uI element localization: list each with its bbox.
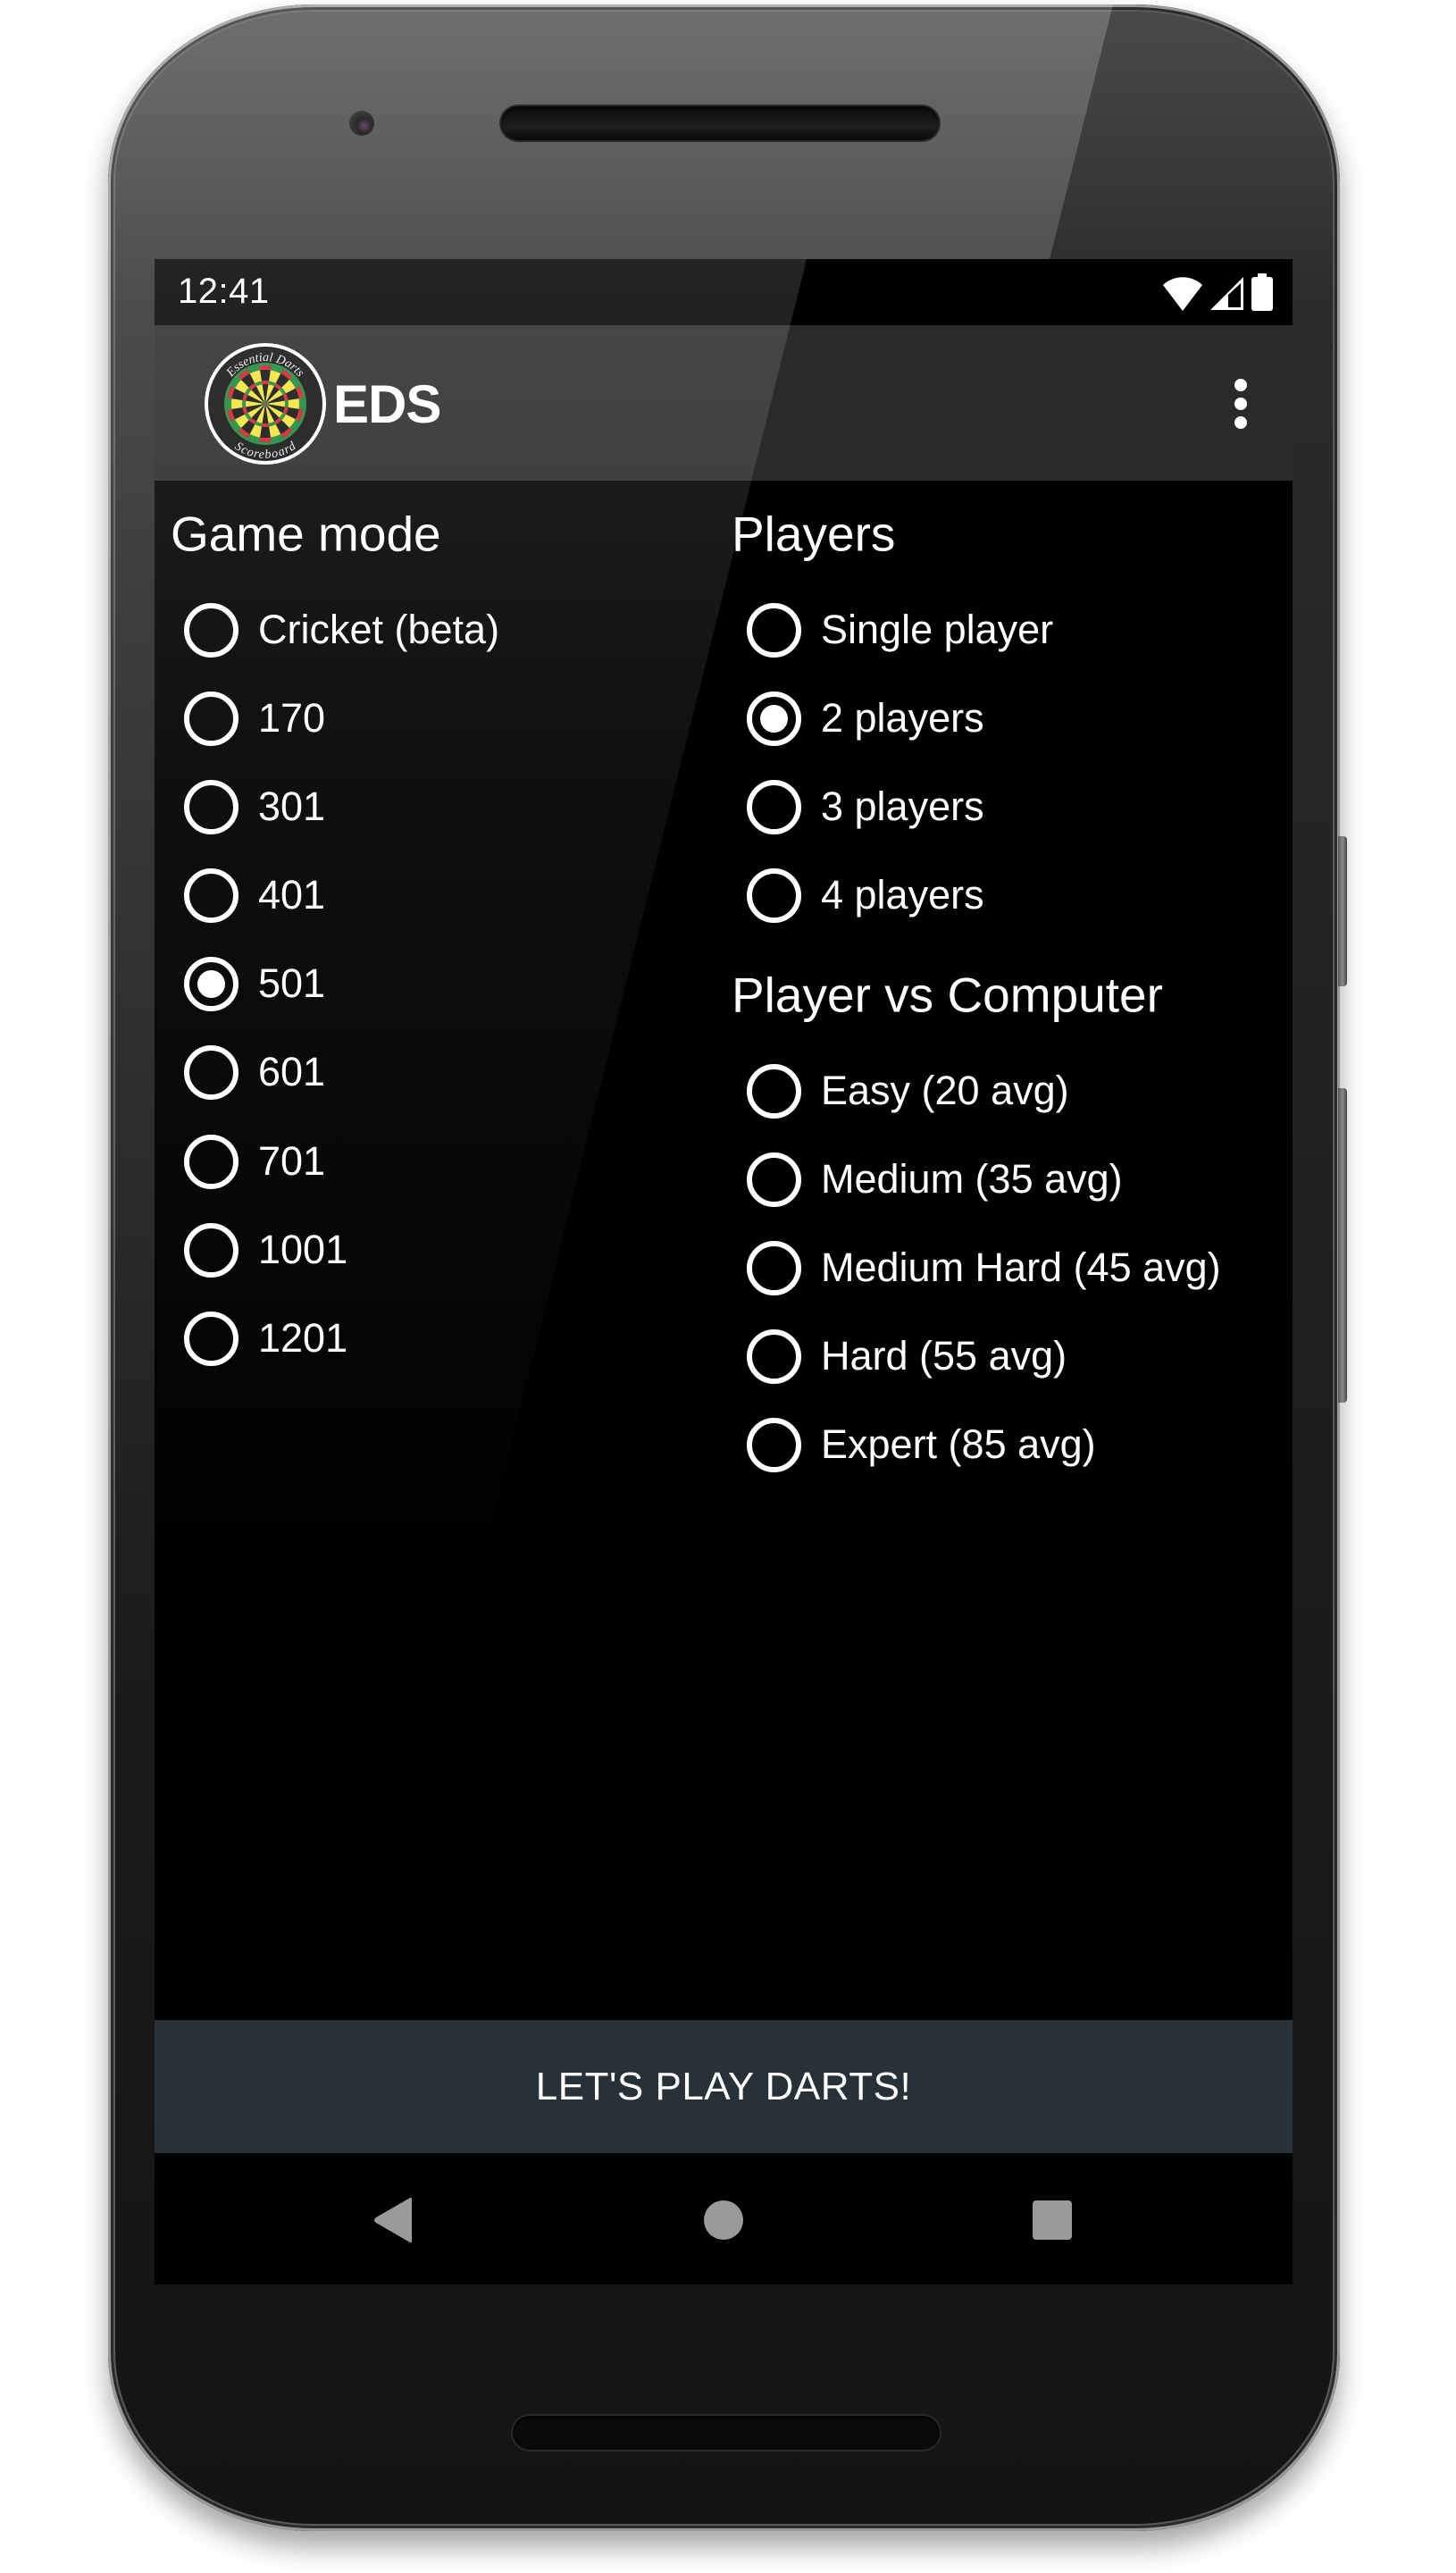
game-mode-option[interactable]: 601 <box>184 1032 325 1112</box>
back-triangle-icon <box>374 2197 412 2243</box>
app-bar: Essential Darts Scoreboard EDS <box>155 325 1293 481</box>
lets-play-darts-button[interactable]: LET'S PLAY DARTS! <box>155 2020 1293 2153</box>
radio-button[interactable] <box>184 1134 238 1189</box>
option-label: Medium Hard (45 avg) <box>821 1245 1221 1290</box>
radio-button[interactable] <box>184 1222 238 1278</box>
game-mode-option[interactable]: 501 <box>184 943 325 1024</box>
dartboard-segment <box>241 399 247 408</box>
option-label: 2 players <box>821 695 984 741</box>
app-title: EDS <box>333 374 441 434</box>
cellular-signal-icon <box>1210 277 1243 310</box>
power-button <box>1338 836 1347 986</box>
radio-button[interactable] <box>747 602 801 658</box>
game-mode-option[interactable]: Cricket (beta) <box>184 590 499 670</box>
status-bar: 12:41 <box>155 259 1293 325</box>
game-mode-option[interactable]: 1001 <box>184 1210 347 1290</box>
computer-difficulty-option[interactable]: Easy (20 avg) <box>747 1051 1069 1131</box>
option-label: 601 <box>258 1049 326 1094</box>
game-mode-option[interactable]: 701 <box>184 1121 325 1202</box>
players-heading: Players <box>732 506 896 562</box>
option-label: 3 players <box>821 784 984 829</box>
radio-button[interactable] <box>184 779 238 834</box>
radio-button[interactable] <box>747 1328 801 1384</box>
game-mode-option[interactable]: 301 <box>184 767 325 847</box>
players-option[interactable]: 3 players <box>747 767 984 847</box>
radio-button[interactable] <box>184 1044 238 1100</box>
nav-recents-button[interactable] <box>1017 2187 1088 2253</box>
players-option[interactable]: 2 players <box>747 678 984 758</box>
dartboard-segment <box>261 380 270 385</box>
recents-square-icon <box>1033 2200 1072 2240</box>
device-screen: 12:41 Essential Darts Scoreboard EDS Gam… <box>155 259 1293 2284</box>
option-label: 1001 <box>258 1227 348 1272</box>
home-circle-icon <box>704 2200 743 2240</box>
dartboard-segment <box>261 423 270 428</box>
bottom-speaker <box>513 2416 940 2450</box>
radio-button[interactable] <box>747 691 801 746</box>
nav-home-button[interactable] <box>688 2187 759 2253</box>
radio-button[interactable] <box>747 867 801 923</box>
radio-button[interactable] <box>747 1152 801 1207</box>
option-label: 401 <box>258 872 326 918</box>
computer-difficulty-option[interactable]: Expert (85 avg) <box>747 1404 1096 1485</box>
status-icons <box>1162 273 1273 311</box>
wifi-icon <box>1163 277 1202 311</box>
computer-difficulty-option[interactable]: Hard (55 avg) <box>747 1316 1067 1396</box>
radio-button[interactable] <box>747 1240 801 1295</box>
radio-button[interactable] <box>184 602 238 658</box>
option-label: Single player <box>821 607 1054 652</box>
option-label: 301 <box>258 784 326 829</box>
dartboard-logo-icon: Essential Darts Scoreboard <box>205 343 326 465</box>
option-label: Cricket (beta) <box>258 607 500 652</box>
dartboard-segment <box>284 399 289 408</box>
radio-button[interactable] <box>747 1417 801 1472</box>
option-label: 701 <box>258 1138 326 1184</box>
radio-button[interactable] <box>184 867 238 923</box>
option-label: 4 players <box>821 872 984 918</box>
dartboard-segment <box>298 398 304 410</box>
option-label: 170 <box>258 695 326 741</box>
battery-icon <box>1251 273 1273 311</box>
radio-button[interactable] <box>184 1311 238 1366</box>
option-label: 1201 <box>258 1315 348 1361</box>
players-option[interactable]: Single player <box>747 590 1053 670</box>
radio-button[interactable] <box>747 1063 801 1119</box>
game-mode-option[interactable]: 401 <box>184 855 325 935</box>
radio-button[interactable] <box>184 956 238 1011</box>
option-label: Medium (35 avg) <box>821 1156 1123 1202</box>
volume-button <box>1338 1088 1347 1403</box>
computer-difficulty-option[interactable]: Medium Hard (45 avg) <box>747 1228 1221 1308</box>
computer-difficulty-option[interactable]: Medium (35 avg) <box>747 1139 1123 1219</box>
dartboard-segment <box>227 398 232 410</box>
status-time: 12:41 <box>178 272 270 311</box>
option-label: Hard (55 avg) <box>821 1333 1067 1379</box>
game-mode-option[interactable]: 1201 <box>184 1298 347 1379</box>
game-mode-option[interactable]: 170 <box>184 678 325 758</box>
more-vert-icon <box>1234 379 1247 391</box>
game-mode-heading: Game mode <box>171 506 441 562</box>
radio-button[interactable] <box>184 691 238 746</box>
option-label: Easy (20 avg) <box>821 1068 1069 1113</box>
players-option[interactable]: 4 players <box>747 855 984 935</box>
overflow-menu-button[interactable] <box>1216 370 1266 438</box>
dartboard-segment <box>259 365 272 371</box>
player-vs-computer-heading: Player vs Computer <box>732 967 1163 1023</box>
front-camera <box>349 111 374 136</box>
system-nav-bar <box>155 2153 1293 2284</box>
nav-back-button[interactable] <box>357 2187 429 2253</box>
radio-button[interactable] <box>747 779 801 834</box>
option-label: Expert (85 avg) <box>821 1421 1096 1467</box>
top-speaker <box>501 106 939 140</box>
game-setup-content: Game mode Cricket (beta) 170 301 401 501… <box>155 481 1293 2020</box>
option-label: 501 <box>258 960 326 1006</box>
dartboard-segment <box>259 437 272 442</box>
